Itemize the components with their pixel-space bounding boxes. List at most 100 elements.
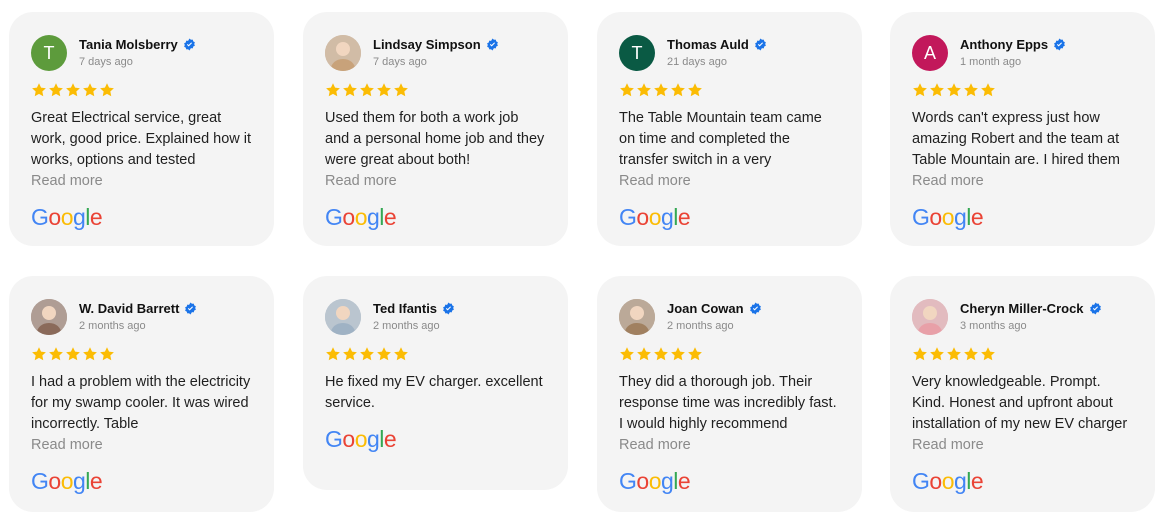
reviewer-name[interactable]: Joan Cowan — [667, 302, 744, 315]
star-rating — [619, 346, 840, 362]
star-icon — [980, 346, 996, 362]
read-more-link[interactable]: Read more — [31, 435, 252, 456]
review-text: Great Electrical service, great work, go… — [31, 110, 252, 168]
avatar[interactable] — [912, 299, 948, 335]
google-logo-letter: o — [60, 203, 74, 230]
star-icon — [359, 346, 375, 362]
google-logo-letter: g — [660, 203, 674, 230]
google-logo-letter: e — [89, 467, 103, 494]
google-logo: Google — [619, 204, 840, 230]
star-icon — [980, 82, 996, 98]
star-icon — [31, 346, 47, 362]
review-card: T Tania Molsberry 7 days ago Great Electric… — [9, 12, 274, 246]
avatar[interactable]: T — [619, 35, 655, 71]
reviewer-name[interactable]: Tania Molsberry — [79, 38, 178, 51]
star-icon — [82, 82, 98, 98]
star-icon — [636, 346, 652, 362]
google-logo-letter: G — [31, 467, 49, 494]
star-rating — [912, 346, 1133, 362]
star-rating — [325, 346, 546, 362]
google-logo: Google — [31, 204, 252, 230]
star-icon — [929, 346, 945, 362]
review-text: I had a problem with the electricity for… — [31, 374, 251, 432]
google-logo-letter: o — [60, 467, 74, 494]
google-logo-letter: o — [648, 467, 662, 494]
avatar-initial: A — [923, 42, 936, 63]
reviewer-name[interactable]: Thomas Auld — [667, 38, 749, 51]
google-logo-letter: o — [48, 467, 61, 494]
google-logo-letter: e — [383, 203, 397, 230]
star-icon — [325, 82, 341, 98]
review-card: T Thomas Auld 21 days ago The Table Mountai… — [597, 12, 862, 246]
star-rating — [912, 82, 1133, 98]
avatar[interactable] — [325, 299, 361, 335]
review-date: 1 month ago — [960, 56, 1022, 68]
read-more-link[interactable]: Read more — [619, 435, 840, 456]
review-header: T Thomas Auld 21 days ago — [619, 34, 840, 72]
read-more-link[interactable]: Read more — [31, 171, 252, 192]
google-logo: Google — [325, 204, 546, 230]
google-logo-letter: g — [366, 203, 380, 230]
google-logo-letter: o — [342, 425, 355, 452]
star-icon — [963, 346, 979, 362]
reviewer-name[interactable]: Lindsay Simpson — [373, 38, 481, 51]
review-header: Lindsay Simpson 7 days ago — [325, 34, 546, 72]
star-rating — [31, 346, 252, 362]
verified-check-icon — [1089, 302, 1102, 315]
review-text: The Table Mountain team came on time and… — [619, 110, 822, 168]
google-logo-letter: o — [648, 203, 662, 230]
google-logo-letter: o — [636, 203, 649, 230]
reviewer-name[interactable]: Anthony Epps — [960, 38, 1048, 51]
review-date: 7 days ago — [373, 56, 427, 68]
google-logo: Google — [619, 468, 840, 494]
star-icon — [48, 346, 64, 362]
star-rating — [325, 82, 546, 98]
review-text: They did a thorough job. Their response … — [619, 374, 837, 432]
read-more-link[interactable]: Read more — [912, 171, 1133, 192]
google-logo-letter: e — [970, 203, 984, 230]
google-logo-letter: o — [929, 467, 942, 494]
verified-check-icon — [749, 302, 762, 315]
read-more-link[interactable]: Read more — [912, 435, 1133, 456]
google-logo-letter: G — [31, 203, 49, 230]
avatar[interactable]: A — [912, 35, 948, 71]
google-logo-letter: G — [325, 203, 343, 230]
google-logo-letter: e — [970, 467, 984, 494]
google-logo-letter: e — [677, 467, 691, 494]
review-header: A Anthony Epps 1 month ago — [912, 34, 1133, 72]
review-card: Joan Cowan 2 months ago They did a thoroug… — [597, 276, 862, 512]
verified-check-icon — [183, 38, 196, 51]
avatar[interactable] — [31, 299, 67, 335]
star-icon — [687, 346, 703, 362]
review-header: Ted Ifantis 2 months ago — [325, 298, 546, 336]
star-icon — [670, 346, 686, 362]
reviewer-name[interactable]: Cheryn Miller-Crock — [960, 302, 1084, 315]
google-logo: Google — [31, 468, 252, 494]
google-logo-letter: o — [354, 425, 368, 452]
read-more-link[interactable]: Read more — [325, 171, 546, 192]
read-more-link[interactable]: Read more — [619, 171, 840, 192]
review-date: 2 months ago — [667, 320, 734, 332]
reviewer-name[interactable]: W. David Barrett — [79, 302, 179, 315]
google-logo-letter: G — [912, 203, 930, 230]
star-icon — [636, 82, 652, 98]
google-logo: Google — [325, 426, 546, 452]
google-logo-letter: e — [677, 203, 691, 230]
review-header: W. David Barrett 2 months ago — [31, 298, 252, 336]
review-card: Cheryn Miller-Crock 3 months ago Very know… — [890, 276, 1155, 512]
review-text: Used them for both a work job and a pers… — [325, 110, 545, 168]
avatar[interactable] — [325, 35, 361, 71]
reviewer-name[interactable]: Ted Ifantis — [373, 302, 437, 315]
avatar[interactable]: T — [31, 35, 67, 71]
review-date: 2 months ago — [373, 320, 440, 332]
google-logo-letter: G — [619, 203, 637, 230]
review-header: Joan Cowan 2 months ago — [619, 298, 840, 336]
google-logo-letter: e — [383, 425, 397, 452]
avatar[interactable] — [619, 299, 655, 335]
verified-check-icon — [486, 38, 499, 51]
star-icon — [359, 82, 375, 98]
google-logo-letter: g — [72, 203, 86, 230]
star-rating — [619, 82, 840, 98]
star-icon — [963, 82, 979, 98]
star-icon — [99, 346, 115, 362]
